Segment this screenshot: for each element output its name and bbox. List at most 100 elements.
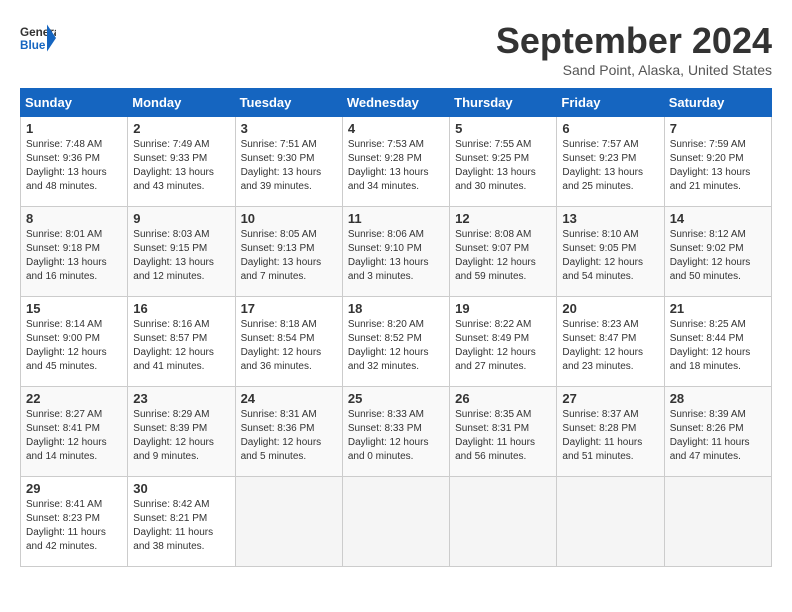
calendar-cell: 15 Sunrise: 8:14 AMSunset: 9:00 PMDayligh… — [21, 297, 128, 387]
calendar-cell: 18Sunrise: 8:20 AMSunset: 8:52 PMDayligh… — [342, 297, 449, 387]
day-headers: SundayMondayTuesdayWednesdayThursdayFrid… — [21, 89, 772, 117]
column-header-saturday: Saturday — [664, 89, 771, 117]
day-info: Sunrise: 8:05 AMSunset: 9:13 PMDaylight:… — [241, 228, 337, 284]
calendar-table: SundayMondayTuesdayWednesdayThursdayFrid… — [20, 88, 772, 567]
calendar-cell: 21 Sunrise: 8:25 AMSunset: 8:44 PMDayligh… — [664, 297, 771, 387]
calendar-cell: 26Sunrise: 8:35 AMSunset: 8:31 PMDayligh… — [450, 387, 557, 477]
day-info: Sunrise: 7:59 AMSunset: 9:20 PMDaylight:… — [670, 138, 766, 194]
day-number: 6 — [562, 121, 658, 136]
calendar-cell: 4 Sunrise: 7:53 AMSunset: 9:28 PMDaylight… — [342, 117, 449, 207]
day-number: 29 — [26, 481, 122, 496]
day-number: 24 — [241, 391, 337, 406]
calendar-cell: 7 Sunrise: 7:59 AMSunset: 9:20 PMDaylight… — [664, 117, 771, 207]
day-number: 8 — [26, 211, 122, 226]
day-number: 25 — [348, 391, 444, 406]
calendar-cell: 17 Sunrise: 8:18 AMSunset: 8:54 PMDayligh… — [235, 297, 342, 387]
calendar-cell: 30Sunrise: 8:42 AMSunset: 8:21 PMDayligh… — [128, 477, 235, 567]
day-number: 7 — [670, 121, 766, 136]
day-info: Sunrise: 8:31 AMSunset: 8:36 PMDaylight:… — [241, 408, 337, 464]
day-number: 30 — [133, 481, 229, 496]
day-number: 12 — [455, 211, 551, 226]
calendar-cell: 20Sunrise: 8:23 AMSunset: 8:47 PMDayligh… — [557, 297, 664, 387]
day-number: 17 — [241, 301, 337, 316]
day-number: 15 — [26, 301, 122, 316]
day-number: 5 — [455, 121, 551, 136]
calendar-cell: 25 Sunrise: 8:33 AMSunset: 8:33 PMDayligh… — [342, 387, 449, 477]
calendar-cell: 11 Sunrise: 8:06 AMSunset: 9:10 PMDayligh… — [342, 207, 449, 297]
day-info: Sunrise: 8:33 AMSunset: 8:33 PMDaylight:… — [348, 408, 444, 464]
day-number: 23 — [133, 391, 229, 406]
day-number: 3 — [241, 121, 337, 136]
column-header-friday: Friday — [557, 89, 664, 117]
day-number: 11 — [348, 211, 444, 226]
day-info: Sunrise: 7:53 AMSunset: 9:28 PMDaylight:… — [348, 138, 444, 194]
calendar-cell: 6 Sunrise: 7:57 AMSunset: 9:23 PMDaylight… — [557, 117, 664, 207]
calendar-week-5: 29 Sunrise: 8:41 AMSunset: 8:23 PMDayligh… — [21, 477, 772, 567]
day-info: Sunrise: 8:08 AMSunset: 9:07 PMDaylight:… — [455, 228, 551, 284]
day-info: Sunrise: 7:49 AMSunset: 9:33 PMDaylight:… — [133, 138, 229, 194]
logo-icon: General Blue — [20, 20, 56, 56]
day-number: 19 — [455, 301, 551, 316]
day-number: 20 — [562, 301, 658, 316]
calendar-cell: 9Sunrise: 8:03 AMSunset: 9:15 PMDaylight… — [128, 207, 235, 297]
calendar-cell: 28 Sunrise: 8:39 AMSunset: 8:26 PMDayligh… — [664, 387, 771, 477]
logo: General Blue — [20, 20, 56, 56]
day-number: 2 — [133, 121, 229, 136]
calendar-cell — [557, 477, 664, 567]
day-number: 28 — [670, 391, 766, 406]
day-number: 21 — [670, 301, 766, 316]
day-number: 13 — [562, 211, 658, 226]
calendar-cell: 29 Sunrise: 8:41 AMSunset: 8:23 PMDayligh… — [21, 477, 128, 567]
calendar-cell: 23 Sunrise: 8:29 AMSunset: 8:39 PMDayligh… — [128, 387, 235, 477]
calendar-cell: 19 Sunrise: 8:22 AMSunset: 8:49 PMDayligh… — [450, 297, 557, 387]
calendar-cell — [235, 477, 342, 567]
day-info: Sunrise: 8:37 AMSunset: 8:28 PMDaylight:… — [562, 408, 658, 464]
day-info: Sunrise: 8:03 AMSunset: 9:15 PMDaylight:… — [133, 228, 229, 284]
calendar-cell — [664, 477, 771, 567]
calendar-week-4: 22Sunrise: 8:27 AMSunset: 8:41 PMDayligh… — [21, 387, 772, 477]
column-header-tuesday: Tuesday — [235, 89, 342, 117]
day-number: 4 — [348, 121, 444, 136]
calendar-cell: 27 Sunrise: 8:37 AMSunset: 8:28 PMDayligh… — [557, 387, 664, 477]
day-info: Sunrise: 7:57 AMSunset: 9:23 PMDaylight:… — [562, 138, 658, 194]
calendar-cell: 14Sunrise: 8:12 AMSunset: 9:02 PMDayligh… — [664, 207, 771, 297]
calendar-cell: 1 Sunrise: 7:48 AMSunset: 9:36 PMDaylight… — [21, 117, 128, 207]
calendar-cell — [342, 477, 449, 567]
location: Sand Point, Alaska, United States — [496, 62, 772, 78]
column-header-wednesday: Wednesday — [342, 89, 449, 117]
day-info: Sunrise: 8:35 AMSunset: 8:31 PMDaylight:… — [455, 408, 551, 464]
day-info: Sunrise: 8:01 AMSunset: 9:18 PMDaylight:… — [26, 228, 122, 284]
day-number: 10 — [241, 211, 337, 226]
day-info: Sunrise: 8:14 AMSunset: 9:00 PMDaylight:… — [26, 318, 122, 374]
column-header-sunday: Sunday — [21, 89, 128, 117]
day-info: Sunrise: 8:06 AMSunset: 9:10 PMDaylight:… — [348, 228, 444, 284]
day-number: 1 — [26, 121, 122, 136]
day-info: Sunrise: 8:10 AMSunset: 9:05 PMDaylight:… — [562, 228, 658, 284]
calendar-cell: 24 Sunrise: 8:31 AMSunset: 8:36 PMDayligh… — [235, 387, 342, 477]
day-info: Sunrise: 8:20 AMSunset: 8:52 PMDaylight:… — [348, 318, 444, 374]
day-number: 14 — [670, 211, 766, 226]
calendar-week-2: 8 Sunrise: 8:01 AMSunset: 9:18 PMDaylight… — [21, 207, 772, 297]
day-info: Sunrise: 8:25 AMSunset: 8:44 PMDaylight:… — [670, 318, 766, 374]
month-title: September 2024 — [496, 20, 772, 62]
calendar-cell: 2 Sunrise: 7:49 AMSunset: 9:33 PMDaylight… — [128, 117, 235, 207]
day-info: Sunrise: 7:51 AMSunset: 9:30 PMDaylight:… — [241, 138, 337, 194]
calendar-cell — [450, 477, 557, 567]
calendar-cell: 5 Sunrise: 7:55 AMSunset: 9:25 PMDaylight… — [450, 117, 557, 207]
calendar-cell: 8 Sunrise: 8:01 AMSunset: 9:18 PMDaylight… — [21, 207, 128, 297]
calendar-cell: 16Sunrise: 8:16 AMSunset: 8:57 PMDayligh… — [128, 297, 235, 387]
day-info: Sunrise: 8:39 AMSunset: 8:26 PMDaylight:… — [670, 408, 766, 464]
day-info: Sunrise: 8:22 AMSunset: 8:49 PMDaylight:… — [455, 318, 551, 374]
calendar-cell: 13 Sunrise: 8:10 AMSunset: 9:05 PMDayligh… — [557, 207, 664, 297]
day-info: Sunrise: 7:55 AMSunset: 9:25 PMDaylight:… — [455, 138, 551, 194]
column-header-monday: Monday — [128, 89, 235, 117]
day-number: 16 — [133, 301, 229, 316]
calendar-cell: 22Sunrise: 8:27 AMSunset: 8:41 PMDayligh… — [21, 387, 128, 477]
day-info: Sunrise: 8:29 AMSunset: 8:39 PMDaylight:… — [133, 408, 229, 464]
column-header-thursday: Thursday — [450, 89, 557, 117]
day-info: Sunrise: 7:48 AMSunset: 9:36 PMDaylight:… — [26, 138, 122, 194]
day-number: 27 — [562, 391, 658, 406]
calendar-week-3: 15 Sunrise: 8:14 AMSunset: 9:00 PMDayligh… — [21, 297, 772, 387]
day-info: Sunrise: 8:41 AMSunset: 8:23 PMDaylight:… — [26, 498, 122, 554]
day-info: Sunrise: 8:18 AMSunset: 8:54 PMDaylight:… — [241, 318, 337, 374]
